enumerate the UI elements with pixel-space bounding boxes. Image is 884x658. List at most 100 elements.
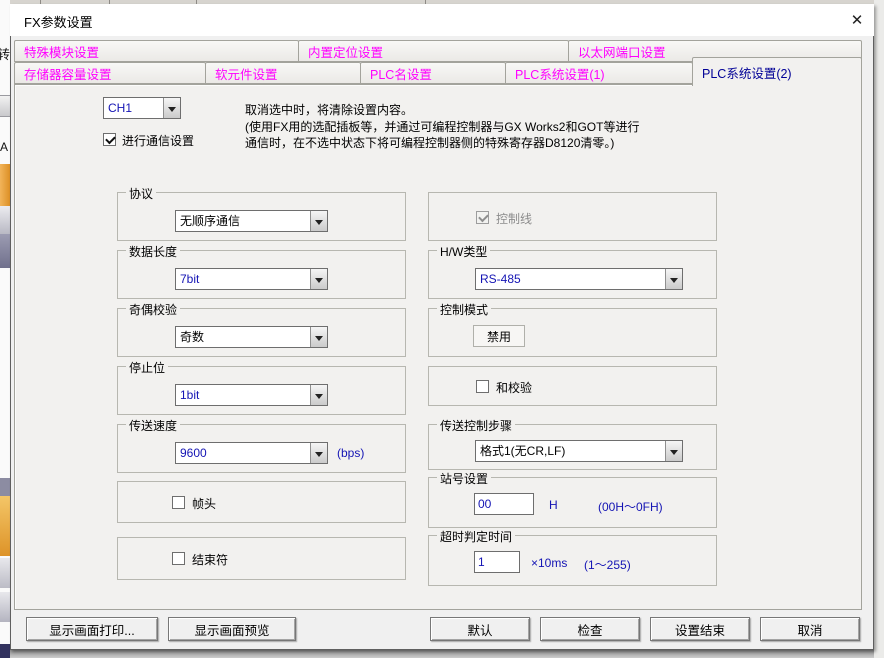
baud-rate-unit: (bps) bbox=[337, 446, 364, 460]
tab-label: PLC系统设置(1) bbox=[515, 64, 605, 83]
parity-group-label: 奇偶校验 bbox=[126, 301, 180, 318]
close-icon[interactable]: ✕ bbox=[844, 9, 870, 31]
timeout-group: 超时判定时间 bbox=[428, 535, 717, 586]
background-right-strip bbox=[874, 0, 884, 658]
chevron-down-icon[interactable] bbox=[665, 269, 682, 289]
control-line-label: 控制线 bbox=[496, 210, 532, 227]
comm-setting-label: 进行通信设置 bbox=[122, 132, 194, 149]
background-orange-block bbox=[0, 164, 10, 206]
description-line-1: 取消选中时，将清除设置内容。 bbox=[245, 102, 860, 119]
terminator-box bbox=[117, 537, 406, 580]
background-silver-block bbox=[0, 558, 10, 588]
tab-plc-name[interactable]: PLC名设置 bbox=[360, 62, 506, 84]
tab-special-module[interactable]: 特殊模块设置 bbox=[14, 40, 299, 62]
button-label: 取消 bbox=[797, 620, 822, 639]
button-label: 设置结束 bbox=[675, 620, 725, 639]
station-number-range: (00H～0FH) bbox=[598, 498, 663, 515]
tab-plc-system-1[interactable]: PLC系统设置(1) bbox=[505, 62, 693, 84]
frame-header-label: 帧头 bbox=[192, 495, 216, 512]
chevron-down-icon[interactable] bbox=[310, 327, 327, 347]
background-text-fragment: A bbox=[0, 140, 8, 154]
control-line-box bbox=[428, 192, 717, 241]
tab-label: 软元件设置 bbox=[215, 64, 278, 83]
hw-type-group-label: H/W类型 bbox=[437, 243, 490, 260]
control-mode-value: 禁用 bbox=[487, 328, 511, 345]
baud-rate-group-label: 传送速度 bbox=[126, 417, 180, 434]
description-line-3: 通信时，在不选中状态下将可编程控制器侧的特殊寄存器D8120清零。) bbox=[245, 135, 860, 152]
timeout-range: (1～255) bbox=[584, 556, 631, 573]
parity-select[interactable]: 奇数 bbox=[175, 326, 328, 348]
stop-bit-select[interactable]: 1bit bbox=[175, 384, 328, 406]
tab-memory-capacity[interactable]: 存储器容量设置 bbox=[14, 62, 206, 84]
transfer-control-group-label: 传送控制步骤 bbox=[437, 417, 515, 434]
tab-label: 存储器容量设置 bbox=[24, 64, 112, 83]
parity-value: 奇数 bbox=[176, 327, 310, 347]
control-mode-value-field: 禁用 bbox=[473, 325, 525, 347]
frame-header-checkbox[interactable] bbox=[172, 496, 185, 509]
protocol-group-label: 协议 bbox=[126, 185, 156, 202]
button-label: 检查 bbox=[577, 620, 602, 639]
protocol-value: 无顺序通信 bbox=[176, 211, 310, 231]
terminator-checkbox[interactable] bbox=[172, 552, 185, 565]
background-silver-block bbox=[0, 206, 10, 234]
check-button[interactable]: 检查 bbox=[540, 617, 640, 641]
background-text-fragment: 转 bbox=[0, 44, 10, 63]
transfer-control-select[interactable]: 格式1(无CR,LF) bbox=[475, 440, 683, 462]
display-print-button[interactable]: 显示画面打印... bbox=[26, 617, 158, 641]
terminator-label: 结束符 bbox=[192, 551, 228, 568]
button-label: 显示画面打印... bbox=[49, 620, 134, 639]
setting-finish-button[interactable]: 设置结束 bbox=[650, 617, 750, 641]
default-button[interactable]: 默认 bbox=[430, 617, 530, 641]
control-mode-group-label: 控制模式 bbox=[437, 301, 491, 318]
tab-label: 以太网端口设置 bbox=[578, 42, 666, 61]
background-silver-block bbox=[0, 592, 10, 622]
control-mode-group: 控制模式 bbox=[428, 308, 717, 357]
tab-device[interactable]: 软元件设置 bbox=[205, 62, 361, 84]
tab-label: PLC名设置 bbox=[370, 64, 432, 83]
station-number-group-label: 站号设置 bbox=[437, 470, 491, 487]
station-number-unit: H bbox=[549, 498, 558, 512]
chevron-down-icon[interactable] bbox=[310, 385, 327, 405]
station-number-input[interactable] bbox=[474, 493, 534, 515]
background-slate-block bbox=[0, 234, 10, 268]
tab-plc-system-2[interactable]: PLC系统设置(2) bbox=[692, 57, 862, 86]
cancel-button[interactable]: 取消 bbox=[760, 617, 860, 641]
dialog-titlebar[interactable] bbox=[10, 4, 874, 36]
background-slate-block bbox=[0, 478, 10, 496]
protocol-select[interactable]: 无顺序通信 bbox=[175, 210, 328, 232]
background-left-toolbar: 转 A bbox=[0, 0, 10, 658]
station-number-group: 站号设置 bbox=[428, 477, 717, 528]
sum-check-checkbox[interactable] bbox=[476, 380, 489, 393]
chevron-down-icon[interactable] bbox=[310, 269, 327, 289]
button-label: 默认 bbox=[467, 620, 492, 639]
display-preview-button[interactable]: 显示画面预览 bbox=[168, 617, 296, 641]
chevron-down-icon[interactable] bbox=[310, 443, 327, 463]
sum-check-label: 和校验 bbox=[496, 379, 532, 396]
baud-rate-value: 9600 bbox=[176, 443, 310, 463]
comm-setting-checkbox[interactable] bbox=[103, 133, 116, 146]
background-dropdown-fragment bbox=[0, 95, 10, 117]
dialog-title: FX参数设置 bbox=[24, 12, 93, 31]
background-navy-block bbox=[0, 644, 10, 658]
timeout-group-label: 超时判定时间 bbox=[437, 528, 515, 545]
background-bottom-strip bbox=[10, 650, 884, 658]
stop-bit-value: 1bit bbox=[176, 385, 310, 405]
baud-rate-select[interactable]: 9600 bbox=[175, 442, 328, 464]
description-text: 取消选中时，将清除设置内容。 (使用FX用的选配插板等，并通过可编程控制器与GX… bbox=[245, 102, 860, 152]
tab-label: PLC系统设置(2) bbox=[702, 63, 792, 82]
screen: 转 A FX参数设置 ✕ 特殊模块设置 内置定位设置 以太网端口设置 存储器容量… bbox=[0, 0, 884, 658]
timeout-input[interactable] bbox=[474, 551, 520, 573]
data-length-select[interactable]: 7bit bbox=[175, 268, 328, 290]
timeout-unit: ×10ms bbox=[531, 556, 567, 570]
chevron-down-icon[interactable] bbox=[310, 211, 327, 231]
chevron-down-icon[interactable] bbox=[665, 441, 682, 461]
control-line-checkbox bbox=[476, 211, 489, 224]
tab-built-in-positioning[interactable]: 内置定位设置 bbox=[298, 40, 569, 62]
hw-type-select[interactable]: RS-485 bbox=[475, 268, 683, 290]
tab-label: 内置定位设置 bbox=[308, 42, 383, 61]
channel-select[interactable]: CH1 bbox=[103, 97, 181, 119]
data-length-group-label: 数据长度 bbox=[126, 243, 180, 260]
hw-type-value: RS-485 bbox=[476, 269, 665, 289]
sum-check-box bbox=[428, 366, 717, 406]
chevron-down-icon[interactable] bbox=[163, 98, 180, 118]
